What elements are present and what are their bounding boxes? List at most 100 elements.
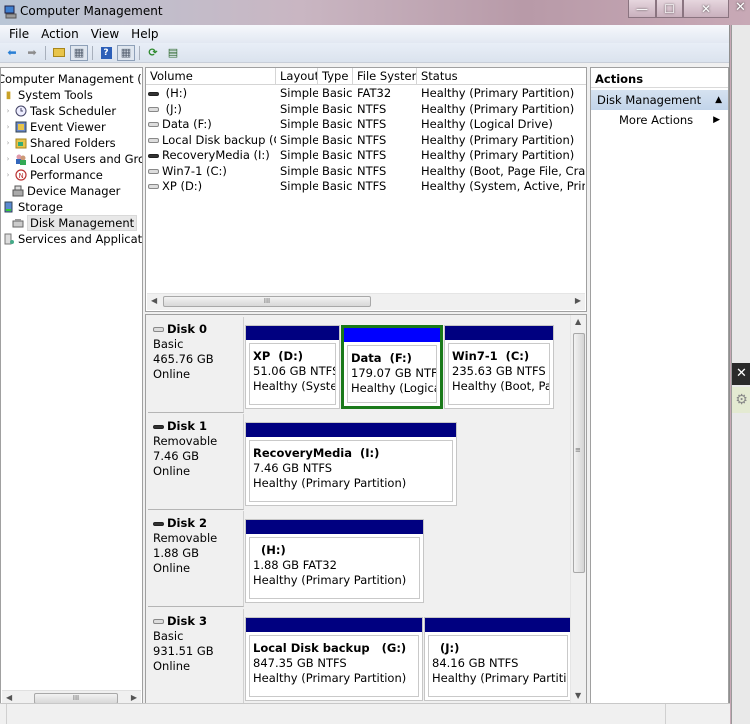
tree-item-shared-folders[interactable]: › Shared Folders bbox=[5, 135, 116, 151]
scroll-thumb[interactable]: ≡ bbox=[573, 333, 585, 573]
scroll-thumb[interactable]: III bbox=[163, 296, 371, 307]
menu-action[interactable]: Action bbox=[35, 27, 85, 41]
background-window-close-icon[interactable]: ✕ bbox=[731, 0, 750, 18]
device-manager-icon bbox=[11, 185, 24, 198]
properties-icon: ▤ bbox=[167, 46, 179, 59]
help-button[interactable]: ? bbox=[97, 45, 115, 61]
grip-icon: ≡ bbox=[575, 446, 581, 454]
column-header-layout[interactable]: Layout bbox=[276, 68, 318, 85]
tree-item-performance[interactable]: › N Performance bbox=[5, 167, 103, 183]
scroll-right-icon[interactable]: ▶ bbox=[131, 693, 137, 702]
action-more-actions[interactable]: More Actions ▶ bbox=[591, 110, 728, 130]
properties-button[interactable]: ▤ bbox=[164, 45, 182, 61]
background-window-edge: ✕ ⚙ bbox=[731, 25, 750, 724]
cell-volume: Data (F:) bbox=[146, 117, 276, 133]
disk-graphical-view: Disk 0 Basic 465.76 GB Online XP (D:) 51.06 G… bbox=[145, 314, 587, 707]
menu-view[interactable]: View bbox=[85, 27, 125, 41]
column-header-status[interactable]: Status bbox=[417, 68, 585, 85]
disk-info[interactable]: Disk 0 Basic 465.76 GB Online bbox=[148, 317, 244, 413]
primary-partition-bar bbox=[445, 326, 553, 340]
expand-arrow-icon[interactable]: › bbox=[5, 153, 11, 166]
partition-block[interactable]: Win7-1 (C:) 235.63 GB NTFS Healthy (Boot, … bbox=[444, 325, 554, 409]
scroll-left-icon[interactable]: ◀ bbox=[6, 693, 12, 702]
cell-type: Basic bbox=[322, 179, 353, 193]
tree-item-task-scheduler[interactable]: › Task Scheduler bbox=[5, 103, 116, 119]
expand-arrow-icon[interactable]: › bbox=[5, 137, 11, 150]
show-hide-tree-button[interactable]: ▦ bbox=[70, 44, 88, 61]
menu-help[interactable]: Help bbox=[125, 27, 164, 41]
scroll-down-icon[interactable]: ▼ bbox=[575, 691, 581, 700]
partition-status: Healthy (System, bbox=[253, 379, 335, 393]
partition-block[interactable]: (J:) 84.16 GB NTFS Healthy (Primary Partit… bbox=[424, 617, 572, 701]
volume-row[interactable]: Local Disk backup (G:) Simple Basic NTFS Hea… bbox=[146, 133, 585, 149]
storage-icon bbox=[2, 201, 15, 214]
close-button[interactable]: ✕ bbox=[683, 0, 729, 18]
volume-row[interactable]: (J:) Simple Basic NTFS Healthy (Primary Part… bbox=[146, 102, 585, 118]
disk-status: Online bbox=[153, 561, 191, 575]
expand-arrow-icon[interactable]: › bbox=[5, 121, 11, 134]
tree-item-label: Device Manager bbox=[27, 184, 121, 198]
gear-icon[interactable]: ⚙ bbox=[732, 387, 750, 413]
cell-fs: NTFS bbox=[357, 179, 387, 193]
removable-drive-icon bbox=[148, 91, 159, 96]
scroll-left-icon[interactable]: ◀ bbox=[151, 296, 157, 305]
forward-button[interactable]: ➡ bbox=[23, 45, 41, 61]
tree-item-disk-management[interactable]: Disk Management bbox=[11, 215, 138, 231]
volume-list-horizontal-scrollbar[interactable]: ◀ III ▶ bbox=[147, 293, 585, 310]
disk-info[interactable]: Disk 2 Removable 1.88 GB Online bbox=[148, 511, 244, 607]
cell-fs: NTFS bbox=[357, 132, 387, 147]
volume-row[interactable]: RecoveryMedia (I:) Simple Basic NTFS Healthy… bbox=[146, 148, 585, 164]
volume-name: XP (D:) bbox=[162, 179, 203, 193]
volume-row[interactable]: (H:) Simple Basic FAT32 Healthy (Primary Par… bbox=[146, 86, 585, 102]
partition-block[interactable]: RecoveryMedia (I:) 7.46 GB NTFS Healthy (P… bbox=[245, 422, 457, 506]
partition-block[interactable]: Data (F:)179.07 GB NTFSHealthy (Logical … bbox=[341, 325, 443, 409]
disk-row: Disk 3 Basic 931.51 GB Online Local Disk bac… bbox=[148, 609, 572, 706]
users-icon bbox=[14, 153, 27, 166]
hard-drive-icon bbox=[148, 106, 159, 112]
maximize-button[interactable]: ☐ bbox=[656, 0, 683, 18]
column-header-volume[interactable]: Volume bbox=[146, 68, 276, 85]
partition-block[interactable]: XP (D:)51.06 GB NTFSHealthy (System, bbox=[245, 325, 340, 409]
partition-block[interactable]: (H:) 1.88 GB FAT32 Healthy (Primary Partit… bbox=[245, 519, 424, 603]
menu-file[interactable]: File bbox=[3, 27, 35, 41]
minimize-button[interactable]: — bbox=[628, 0, 656, 18]
tree-item-device-manager[interactable]: Device Manager bbox=[11, 183, 120, 199]
disk-type: Basic bbox=[153, 337, 184, 351]
expand-arrow-icon[interactable]: › bbox=[5, 169, 11, 182]
disk-name: Disk 3 bbox=[167, 614, 207, 628]
back-button[interactable]: ⬅ bbox=[3, 45, 21, 61]
tree-item-services-and-applications[interactable]: Services and Applications bbox=[2, 231, 142, 247]
scroll-right-icon[interactable]: ▶ bbox=[575, 296, 581, 305]
tree-item-local-users-and-groups[interactable]: › Local Users and Groups bbox=[5, 151, 142, 167]
volume-row[interactable]: Data (F:) Simple Basic NTFS Healthy (Logical… bbox=[146, 117, 585, 133]
refresh-button[interactable]: ⟳ bbox=[144, 45, 162, 61]
column-header-type[interactable]: Type bbox=[318, 68, 353, 85]
tree-item-computer-management[interactable]: Computer Management (Local bbox=[1, 71, 142, 87]
disk-info[interactable]: Disk 3 Basic 931.51 GB Online bbox=[148, 609, 244, 705]
graphical-view-vertical-scrollbar[interactable]: ▲ ≡ ▼ bbox=[570, 315, 586, 706]
submenu-arrow-icon: ▶ bbox=[713, 115, 720, 125]
tree-item-event-viewer[interactable]: › Event Viewer bbox=[5, 119, 106, 135]
collapse-arrow-icon[interactable]: ▲ bbox=[715, 90, 722, 110]
show-hide-action-button[interactable]: ▦ bbox=[117, 44, 135, 61]
volume-name: (J:) bbox=[162, 101, 182, 116]
disk-info[interactable]: Disk 1 Removable 7.46 GB Online bbox=[148, 414, 244, 510]
volume-row[interactable]: XP (D:) Simple Basic NTFS Healthy (System, A… bbox=[146, 179, 585, 195]
tree-item-storage[interactable]: Storage bbox=[2, 199, 63, 215]
column-header-file-system[interactable]: File System bbox=[353, 68, 417, 85]
cell-fs: NTFS bbox=[357, 117, 387, 131]
actions-section-disk-management[interactable]: Disk Management ▲ bbox=[591, 90, 728, 110]
up-folder-button[interactable] bbox=[50, 45, 68, 61]
expand-arrow-icon[interactable]: › bbox=[5, 105, 11, 118]
partition-status: Healthy (Primary Partition) bbox=[253, 671, 407, 685]
volume-list: Volume Layout Type File System Status (H… bbox=[145, 67, 587, 312]
disk-icon bbox=[153, 619, 164, 624]
tree-item-system-tools[interactable]: ▮ System Tools bbox=[2, 87, 93, 103]
background-close-icon[interactable]: ✕ bbox=[732, 363, 750, 385]
cell-fs: NTFS bbox=[357, 163, 387, 178]
logical-partition-bar bbox=[344, 328, 440, 342]
disk-icon bbox=[153, 327, 164, 332]
scroll-up-icon[interactable]: ▲ bbox=[575, 317, 581, 326]
volume-row[interactable]: Win7-1 (C:) Simple Basic NTFS Healthy (Boot,… bbox=[146, 164, 585, 180]
partition-block[interactable]: Local Disk backup (G:) 847.35 GB NTFS Heal… bbox=[245, 617, 423, 701]
